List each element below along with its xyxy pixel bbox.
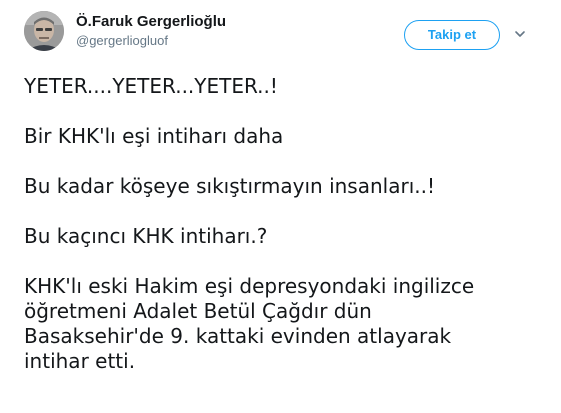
tweet-paragraph: KHK'lı eski Hakim eşi depresyondaki ingi… bbox=[24, 274, 544, 374]
tweet-line: Basaksehir'de 9. kattaki evinden atlayar… bbox=[24, 324, 452, 348]
tweet-paragraph: Bu kaçıncı KHK intiharı.? bbox=[24, 224, 544, 249]
tweet-line: Bir KHK'lı eşi intiharı daha bbox=[24, 124, 284, 148]
tweet-paragraph: Bir KHK'lı eşi intiharı daha bbox=[24, 124, 544, 149]
tweet-line: Bu kaçıncı KHK intiharı.? bbox=[24, 224, 268, 248]
profile-photo-icon bbox=[24, 11, 64, 51]
tweet-line: YETER....YETER...YETER..! bbox=[24, 74, 278, 98]
follow-button[interactable]: Takip et bbox=[404, 20, 500, 50]
tweet-line: öğretmeni Adalet Betül Çağdır dün bbox=[24, 299, 372, 323]
chevron-down-icon[interactable] bbox=[513, 27, 527, 41]
tweet-card: Ö.Faruk Gergerlioğlu @gergerliogluof Tak… bbox=[0, 0, 561, 413]
author-name[interactable]: Ö.Faruk Gergerlioğlu bbox=[76, 13, 226, 31]
tweet-line: KHK'lı eski Hakim eşi depresyondaki ingi… bbox=[24, 274, 475, 298]
tweet-paragraph: Bu kadar köşeye sıkıştırmayın insanları.… bbox=[24, 174, 544, 199]
tweet-text: YETER....YETER...YETER..! Bir KHK'lı eşi… bbox=[24, 74, 544, 374]
tweet-paragraph: YETER....YETER...YETER..! bbox=[24, 74, 544, 99]
avatar[interactable] bbox=[24, 11, 64, 51]
author-handle[interactable]: @gergerliogluof bbox=[76, 33, 168, 49]
tweet-line: intihar etti. bbox=[24, 349, 136, 373]
tweet-line: Bu kadar köşeye sıkıştırmayın insanları.… bbox=[24, 174, 435, 198]
